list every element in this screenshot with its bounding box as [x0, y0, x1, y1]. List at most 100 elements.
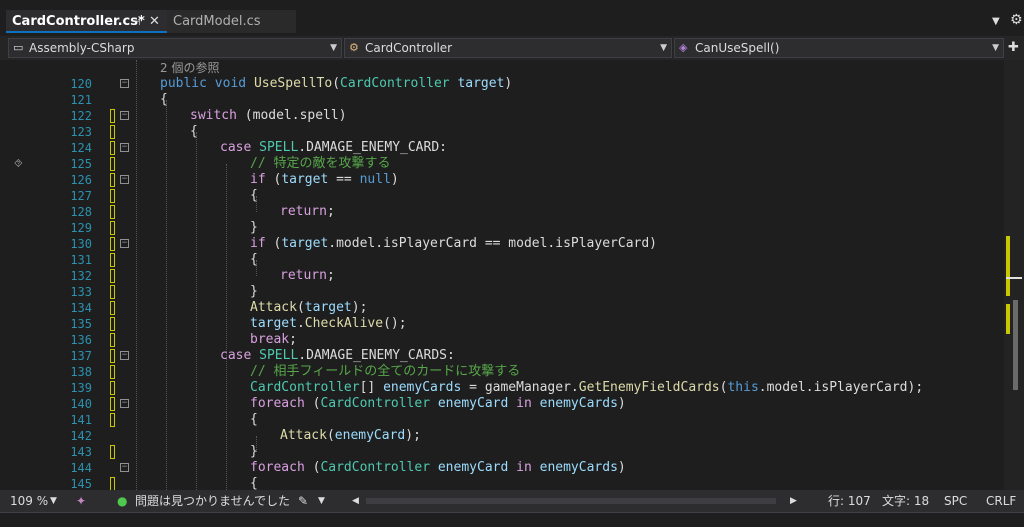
- code-line: 129 }: [0, 220, 1000, 236]
- tab-label: CardController.cs*: [12, 14, 145, 29]
- code-line: 128 return;: [0, 204, 1000, 220]
- code-text: if (target == null): [250, 172, 399, 187]
- code-text: {: [250, 412, 258, 427]
- line-number: 128: [70, 205, 92, 219]
- code-text: }: [250, 444, 258, 459]
- change-marker: [110, 301, 115, 315]
- code-line: 143 }: [0, 444, 1000, 460]
- code-line: 137 − case SPELL.DAMAGE_ENEMY_CARDS:: [0, 348, 1000, 364]
- line-number: 121: [70, 93, 92, 107]
- change-overview-marker: [1006, 304, 1010, 334]
- change-marker: [110, 157, 115, 171]
- copilot-icon[interactable]: ✦: [76, 490, 86, 512]
- issues-status[interactable]: 問題は見つかりませんでした: [135, 490, 290, 512]
- code-editor[interactable]: ⯑ 2 個の参照 120 − public void UseSpellTo(Ca…: [0, 60, 1024, 490]
- code-comment: // 相手フィールドの全てのカードに攻撃する: [250, 364, 521, 379]
- scrollbar-thumb[interactable]: [1013, 300, 1018, 390]
- class-dropdown[interactable]: ⚙ CardController ▼: [344, 38, 672, 58]
- tab-cardcontroller[interactable]: CardController.cs* ⊣ ✕: [6, 10, 167, 33]
- collapse-icon[interactable]: −: [120, 351, 129, 360]
- chevron-down-icon[interactable]: ▼: [318, 490, 325, 512]
- line-number: 134: [70, 301, 92, 315]
- line-number: 136: [70, 333, 92, 347]
- code-line: 120 − public void UseSpellTo(CardControl…: [0, 76, 1000, 92]
- code-line: 141 {: [0, 412, 1000, 428]
- scroll-right-icon[interactable]: ▶: [790, 490, 797, 512]
- code-text: break;: [250, 332, 297, 347]
- change-marker: [110, 109, 115, 123]
- code-text: Attack(enemyCard);: [280, 428, 421, 443]
- column-indicator[interactable]: 文字: 18: [882, 490, 929, 512]
- line-ending-indicator[interactable]: CRLF: [986, 490, 1016, 512]
- collapse-icon[interactable]: −: [120, 399, 129, 408]
- change-marker: [110, 333, 115, 347]
- line-number: 142: [70, 429, 92, 443]
- project-dropdown[interactable]: ▭ Assembly-CSharp ▼: [8, 38, 342, 58]
- line-number: 135: [70, 317, 92, 331]
- code-cleanup-icon[interactable]: ✎: [298, 490, 308, 512]
- line-number: 144: [70, 461, 92, 475]
- code-line: 123 {: [0, 124, 1000, 140]
- code-line: 134 Attack(target);: [0, 300, 1000, 316]
- change-marker: [110, 477, 115, 490]
- code-line: 140 − foreach (CardController enemyCard …: [0, 396, 1000, 412]
- code-text: {: [250, 252, 258, 267]
- change-marker: [110, 365, 115, 379]
- collapse-icon[interactable]: −: [120, 79, 129, 88]
- class-label: CardController: [365, 41, 453, 55]
- member-dropdown[interactable]: ◈ CanUseSpell() ▼: [674, 38, 1004, 58]
- close-icon[interactable]: ✕: [149, 10, 160, 33]
- scroll-left-icon[interactable]: ◀: [352, 490, 359, 512]
- chevron-down-icon[interactable]: ▼: [992, 16, 1000, 27]
- method-icon: ◈: [679, 41, 688, 54]
- line-number: 141: [70, 413, 92, 427]
- line-number: 125: [70, 157, 92, 171]
- zoom-level[interactable]: 109 %: [10, 490, 48, 512]
- tab-label: CardModel.cs: [173, 14, 261, 29]
- code-text: case SPELL.DAMAGE_ENEMY_CARD:: [220, 140, 447, 155]
- line-number: 145: [70, 477, 92, 490]
- whitespace-indicator[interactable]: SPC: [944, 490, 967, 512]
- chevron-down-icon[interactable]: ▼: [50, 490, 57, 512]
- pin-icon[interactable]: ⊣: [131, 10, 141, 33]
- code-line: 132 return;: [0, 268, 1000, 284]
- tab-cardmodel[interactable]: CardModel.cs: [167, 10, 296, 33]
- collapse-icon[interactable]: −: [120, 239, 129, 248]
- code-line: 125 // 特定の敵を攻撃する: [0, 156, 1000, 172]
- code-text: {: [190, 124, 198, 139]
- collapse-icon[interactable]: −: [120, 143, 129, 152]
- vertical-scrollbar[interactable]: [1004, 60, 1024, 490]
- split-icon[interactable]: ✚: [1008, 40, 1019, 55]
- line-number: 143: [70, 445, 92, 459]
- line-number: 138: [70, 365, 92, 379]
- change-marker: [110, 237, 115, 251]
- collapse-icon[interactable]: −: [120, 463, 129, 472]
- line-number: 122: [70, 109, 92, 123]
- line-indicator[interactable]: 行: 107: [828, 490, 871, 512]
- line-number: 127: [70, 189, 92, 203]
- collapse-icon[interactable]: −: [120, 175, 129, 184]
- code-line: 131 {: [0, 252, 1000, 268]
- scrollbar-thumb[interactable]: [366, 498, 776, 504]
- code-line: 142 Attack(enemyCard);: [0, 428, 1000, 444]
- code-line: 124 − case SPELL.DAMAGE_ENEMY_CARD:: [0, 140, 1000, 156]
- collapse-icon[interactable]: −: [120, 111, 129, 120]
- tab-bar: CardController.cs* ⊣ ✕ CardModel.cs ▼ ⚙: [0, 0, 1024, 36]
- line-number: 123: [70, 125, 92, 139]
- horizontal-scrollbar[interactable]: ◀ ▶: [352, 496, 797, 506]
- codelens-references[interactable]: 2 個の参照: [160, 60, 219, 76]
- change-marker: [110, 253, 115, 267]
- code-line: 133 }: [0, 284, 1000, 300]
- code-line: 136 break;: [0, 332, 1000, 348]
- line-number: 124: [70, 141, 92, 155]
- code-line: 127 {: [0, 188, 1000, 204]
- change-marker: [110, 189, 115, 203]
- gear-icon[interactable]: ⚙: [1010, 12, 1023, 28]
- change-marker: [110, 141, 115, 155]
- code-comment: // 特定の敵を攻撃する: [250, 156, 391, 171]
- code-text: }: [250, 220, 258, 235]
- code-line: 122 − switch (model.spell): [0, 108, 1000, 124]
- code-text: {: [160, 92, 168, 107]
- change-marker: [110, 173, 115, 187]
- code-text: }: [250, 284, 258, 299]
